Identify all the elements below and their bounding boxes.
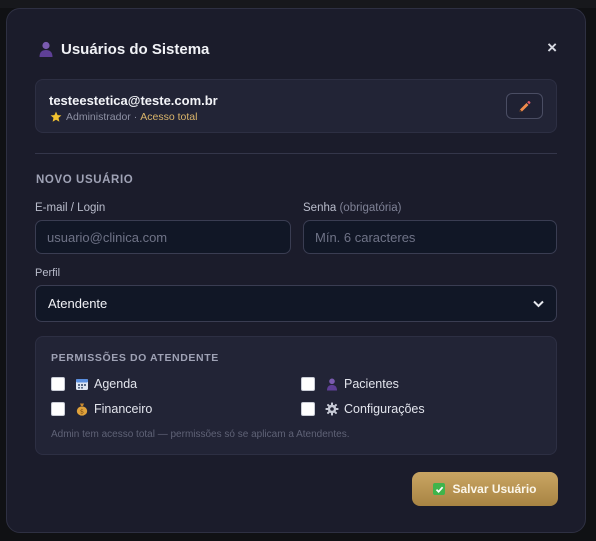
chevron-down-icon — [533, 300, 544, 307]
permissions-panel: PERMISSÕES DO ATENDENTE Agenda Pacientes — [35, 336, 557, 455]
user-role: Administrador — [66, 111, 131, 123]
new-user-heading: NOVO USUÁRIO — [36, 174, 134, 186]
financeiro-checkbox[interactable] — [51, 402, 65, 416]
agenda-label: Agenda — [94, 377, 138, 391]
permissions-note: Admin tem acesso total — permissões só s… — [51, 429, 350, 440]
email-field[interactable] — [35, 220, 291, 254]
permission-configuracoes[interactable]: Configurações — [301, 402, 425, 416]
svg-text:$: $ — [80, 407, 84, 415]
permissions-heading: PERMISSÕES DO ATENDENTE — [51, 352, 219, 364]
password-field[interactable] — [303, 220, 557, 254]
profile-select[interactable]: Atendente — [35, 285, 557, 322]
financeiro-label: Financeiro — [94, 402, 153, 416]
gear-icon — [325, 402, 339, 416]
modal-header: Usuários do Sistema × — [37, 39, 557, 59]
password-hint: (obrigatória) — [339, 202, 402, 214]
user-email: testeestetica@teste.com.br — [49, 93, 218, 108]
password-label: Senha (obrigatória) — [303, 202, 401, 214]
modal-title: Usuários do Sistema — [61, 40, 210, 58]
current-user-card: testeestetica@teste.com.br Administrador… — [35, 79, 557, 133]
user-meta: Administrador · Acesso total — [50, 111, 197, 123]
permission-financeiro[interactable]: $ Financeiro — [51, 402, 152, 416]
close-button[interactable]: × — [547, 39, 557, 57]
money-bag-icon: $ — [76, 403, 88, 416]
profile-select-value: Atendente — [48, 296, 108, 311]
calendar-icon — [76, 379, 88, 390]
configuracoes-checkbox[interactable] — [301, 402, 315, 416]
password-label-text: Senha — [303, 202, 337, 214]
save-button-label: Salvar Usuário — [452, 482, 537, 496]
section-divider — [35, 153, 557, 154]
pencil-icon — [519, 100, 531, 112]
check-icon — [433, 483, 446, 495]
users-modal: Usuários do Sistema × testeestetica@test… — [6, 8, 586, 533]
configuracoes-label: Configurações — [344, 402, 425, 416]
star-icon — [50, 111, 62, 122]
pacientes-checkbox[interactable] — [301, 377, 315, 391]
pacientes-label: Pacientes — [344, 377, 399, 391]
permission-pacientes[interactable]: Pacientes — [301, 377, 399, 391]
user-access-level: Acesso total — [140, 111, 198, 123]
permission-agenda[interactable]: Agenda — [51, 377, 137, 391]
email-label: E-mail / Login — [35, 202, 106, 214]
profile-label: Perfil — [35, 267, 61, 279]
edit-user-button[interactable] — [506, 93, 543, 119]
user-icon — [327, 378, 337, 391]
page-backdrop — [0, 0, 596, 8]
meta-separator: · — [133, 111, 138, 123]
agenda-checkbox[interactable] — [51, 377, 65, 391]
save-user-button[interactable]: Salvar Usuário — [412, 472, 558, 506]
user-icon — [39, 41, 53, 57]
